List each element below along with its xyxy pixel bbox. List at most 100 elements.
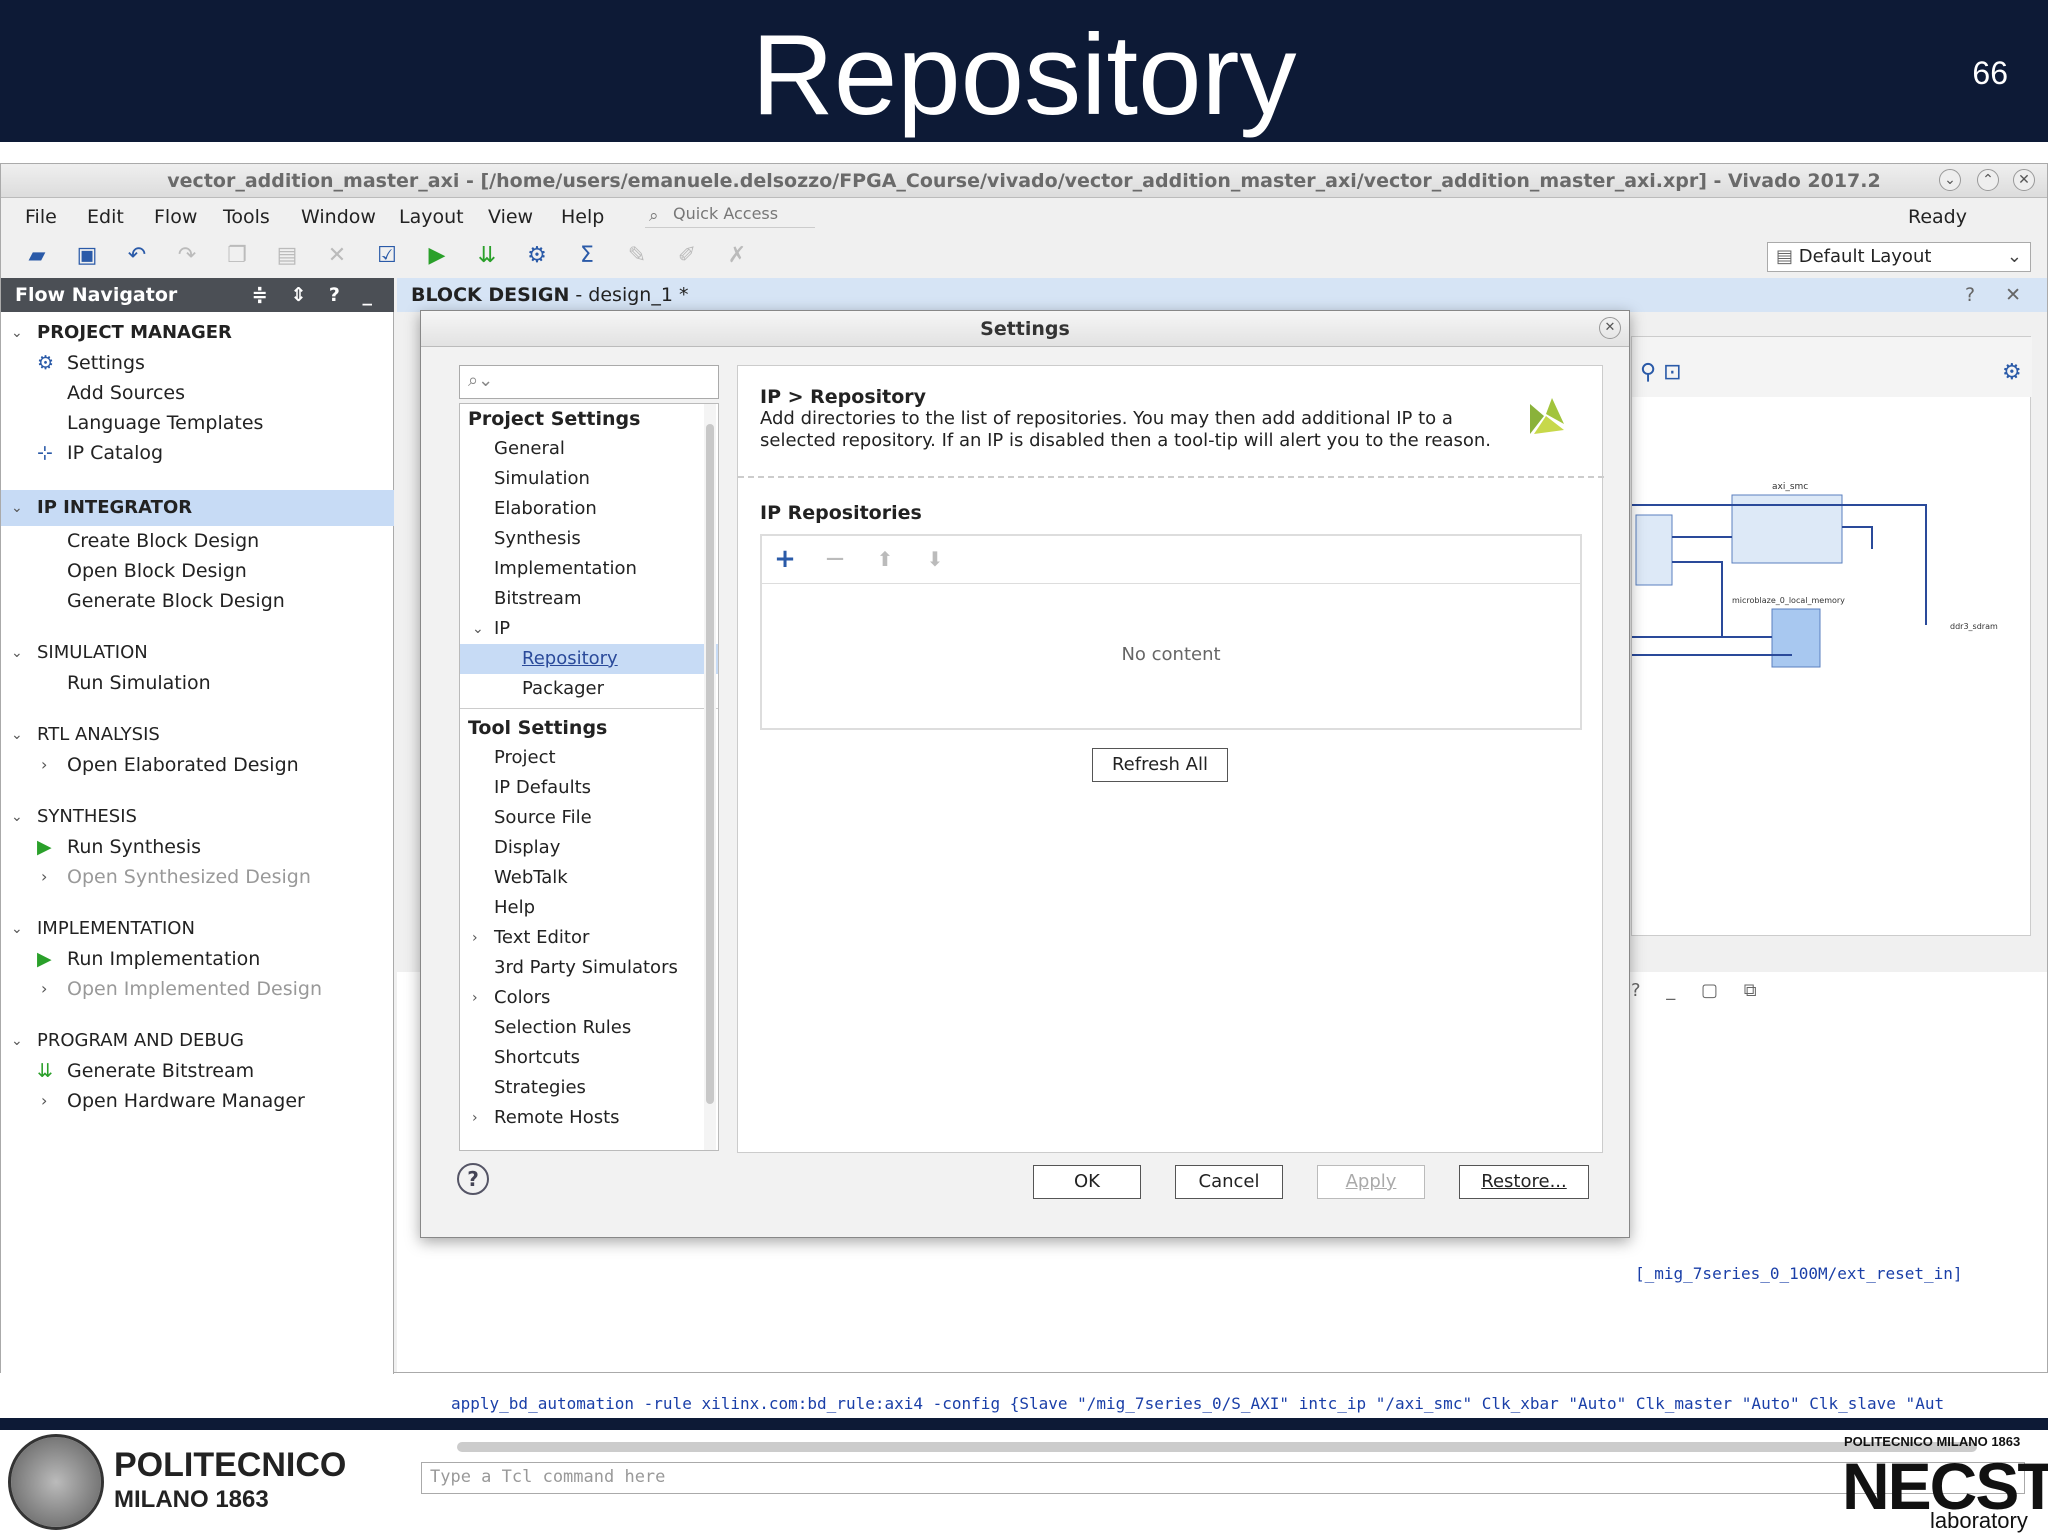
move-up-icon[interactable]: ⬆ bbox=[868, 544, 902, 574]
undo-icon[interactable]: ↶ bbox=[123, 242, 151, 270]
tree-item-general[interactable]: General bbox=[460, 434, 718, 464]
menu-tools[interactable]: Tools bbox=[223, 206, 270, 228]
tree-item-simulation[interactable]: Simulation bbox=[460, 464, 718, 494]
chevron-down-icon: ⌄ bbox=[472, 621, 484, 637]
tcl-command-input[interactable]: Type a Tcl command here bbox=[421, 1462, 2025, 1494]
tree-item-implementation[interactable]: Implementation bbox=[460, 554, 718, 584]
menu-window[interactable]: Window bbox=[301, 206, 376, 228]
tree-item-packager[interactable]: Packager bbox=[460, 674, 718, 704]
add-repository-icon[interactable]: + bbox=[768, 544, 802, 574]
flow-item-settings[interactable]: ⚙ Settings bbox=[1, 348, 394, 378]
tree-item-strategies[interactable]: Strategies bbox=[460, 1073, 718, 1103]
tree-item-elaboration[interactable]: Elaboration bbox=[460, 494, 718, 524]
block-design-title: BLOCK DESIGN bbox=[411, 284, 570, 306]
tree-scrollbar-thumb[interactable] bbox=[706, 424, 714, 1104]
tree-item-display[interactable]: Display bbox=[460, 833, 718, 863]
flow-item-ip-catalog[interactable]: ⊹ IP Catalog bbox=[1, 438, 394, 468]
section-ip-integrator[interactable]: ⌄ IP INTEGRATOR bbox=[1, 490, 394, 526]
quick-access-input[interactable]: Quick Access bbox=[645, 204, 815, 228]
menu-view[interactable]: View bbox=[488, 206, 533, 228]
flow-item-run-implementation[interactable]: ▶ Run Implementation bbox=[1, 944, 394, 974]
tree-item-project[interactable]: Project bbox=[460, 743, 718, 773]
tree-item-text-editor[interactable]: › Text Editor bbox=[460, 923, 718, 953]
flow-item-open-implemented-design[interactable]: › Open Implemented Design bbox=[1, 974, 394, 1004]
tree-item-ip[interactable]: ⌄ IP bbox=[460, 614, 718, 644]
refresh-all-button[interactable]: Refresh All bbox=[1092, 748, 1228, 782]
save-icon[interactable]: ▣ bbox=[73, 242, 101, 270]
block-diagram-canvas[interactable]: ⚲ ⊡ ⚙ axi_smc microblaze_0_local_memory … bbox=[1631, 336, 2032, 936]
validate-icon[interactable]: ☑ bbox=[373, 242, 401, 270]
window-titlebar: vector_addition_master_axi - [/home/user… bbox=[1, 164, 2047, 198]
layout-select[interactable]: ▤ Default Layout ⌄ bbox=[1767, 242, 2031, 272]
flow-item-run-synthesis[interactable]: ▶ Run Synthesis bbox=[1, 832, 394, 862]
politecnico-seal-logo bbox=[8, 1434, 104, 1530]
ok-button[interactable]: OK bbox=[1033, 1165, 1141, 1199]
flow-item-run-simulation[interactable]: Run Simulation bbox=[1, 668, 394, 698]
minimize-icon[interactable]: ⌄ bbox=[1939, 169, 1961, 191]
section-label: RTL ANALYSIS bbox=[37, 724, 160, 745]
flow-item-open-block-design[interactable]: Open Block Design bbox=[1, 556, 394, 586]
restore-button[interactable]: Restore... bbox=[1459, 1165, 1589, 1199]
run-icon[interactable]: ▶ bbox=[423, 242, 451, 270]
move-down-icon[interactable]: ⬇ bbox=[918, 544, 952, 574]
diagram-gear-icon: ⚙ bbox=[2002, 360, 2022, 385]
tree-item-repository[interactable]: Repository bbox=[460, 644, 718, 674]
flow-item-open-elaborated-design[interactable]: › Open Elaborated Design bbox=[1, 750, 394, 780]
console-controls-icon[interactable]: ? _ ▢ ⧉ bbox=[1631, 980, 1767, 1001]
panel-help-close-icon[interactable]: ? ✕ bbox=[1965, 284, 2033, 306]
delete-icon[interactable]: ✕ bbox=[323, 242, 351, 270]
flow-item-open-hardware-manager[interactable]: › Open Hardware Manager bbox=[1, 1086, 394, 1116]
tree-item-synthesis[interactable]: Synthesis bbox=[460, 524, 718, 554]
flow-item-open-synthesized-design[interactable]: › Open Synthesized Design bbox=[1, 862, 394, 892]
flow-item-create-block-design[interactable]: Create Block Design bbox=[1, 526, 394, 556]
flow-item-language-templates[interactable]: Language Templates bbox=[1, 408, 394, 438]
tree-item-bitstream[interactable]: Bitstream bbox=[460, 584, 718, 614]
tree-item-ip-defaults[interactable]: IP Defaults bbox=[460, 773, 718, 803]
tree-item-help[interactable]: Help bbox=[460, 893, 718, 923]
paste-icon[interactable]: ▤ bbox=[273, 242, 301, 270]
diagram-toolbar bbox=[1632, 337, 2032, 397]
section-synthesis[interactable]: ⌄ SYNTHESIS bbox=[1, 802, 394, 832]
horizontal-scrollbar[interactable] bbox=[457, 1442, 1977, 1452]
tree-item-shortcuts[interactable]: Shortcuts bbox=[460, 1043, 718, 1073]
flow-item-label: Open Hardware Manager bbox=[67, 1090, 305, 1112]
tree-item-3rd-party-simulators[interactable]: 3rd Party Simulators bbox=[460, 953, 718, 983]
redo-icon[interactable]: ↷ bbox=[173, 242, 201, 270]
pencil-icon[interactable]: ✐ bbox=[673, 242, 701, 270]
section-implementation[interactable]: ⌄ IMPLEMENTATION bbox=[1, 914, 394, 944]
menu-layout[interactable]: Layout bbox=[399, 206, 464, 228]
menu-edit[interactable]: Edit bbox=[87, 206, 124, 228]
tree-item-selection-rules[interactable]: Selection Rules bbox=[460, 1013, 718, 1043]
section-rtl-analysis[interactable]: ⌄ RTL ANALYSIS bbox=[1, 720, 394, 750]
dialog-close-icon[interactable]: ✕ bbox=[1599, 317, 1621, 339]
tree-item-colors[interactable]: › Colors bbox=[460, 983, 718, 1013]
section-program-and-debug[interactable]: ⌄ PROGRAM AND DEBUG bbox=[1, 1026, 394, 1056]
bitstream-icon[interactable]: ⇊ bbox=[473, 242, 501, 270]
open-icon[interactable]: ▰ bbox=[23, 242, 51, 270]
help-icon[interactable]: ? bbox=[457, 1163, 489, 1195]
settings-gear-icon[interactable]: ⚙ bbox=[523, 242, 551, 270]
settings-search-input[interactable]: ⌕⌄ bbox=[459, 365, 719, 399]
menu-help[interactable]: Help bbox=[561, 206, 604, 228]
flow-item-add-sources[interactable]: Add Sources bbox=[1, 378, 394, 408]
tree-scrollbar[interactable] bbox=[704, 404, 716, 1150]
cross-tool-icon[interactable]: ✗ bbox=[723, 242, 751, 270]
section-project-manager[interactable]: ⌄ PROJECT MANAGER bbox=[1, 318, 394, 348]
maximize-icon[interactable]: ⌃ bbox=[1977, 169, 1999, 191]
close-icon[interactable]: ✕ bbox=[2013, 169, 2035, 191]
menu-flow[interactable]: Flow bbox=[154, 206, 197, 228]
cancel-button[interactable]: Cancel bbox=[1175, 1165, 1283, 1199]
sigma-icon[interactable]: Σ bbox=[573, 242, 601, 270]
tree-item-webtalk[interactable]: WebTalk bbox=[460, 863, 718, 893]
tree-item-remote-hosts[interactable]: › Remote Hosts bbox=[460, 1103, 718, 1133]
panel-controls-icon[interactable]: ≑ ⇕ ? _ bbox=[252, 284, 380, 306]
copy-icon[interactable]: ❐ bbox=[223, 242, 251, 270]
flow-item-generate-bitstream[interactable]: ⇊ Generate Bitstream bbox=[1, 1056, 394, 1086]
menu-file[interactable]: File bbox=[25, 206, 57, 228]
remove-repository-icon[interactable]: − bbox=[818, 544, 852, 574]
flow-item-generate-block-design[interactable]: Generate Block Design bbox=[1, 586, 394, 616]
section-simulation[interactable]: ⌄ SIMULATION bbox=[1, 638, 394, 668]
apply-button[interactable]: Apply bbox=[1317, 1165, 1425, 1199]
wand-icon[interactable]: ✎ bbox=[623, 242, 651, 270]
tree-item-source-file[interactable]: Source File bbox=[460, 803, 718, 833]
